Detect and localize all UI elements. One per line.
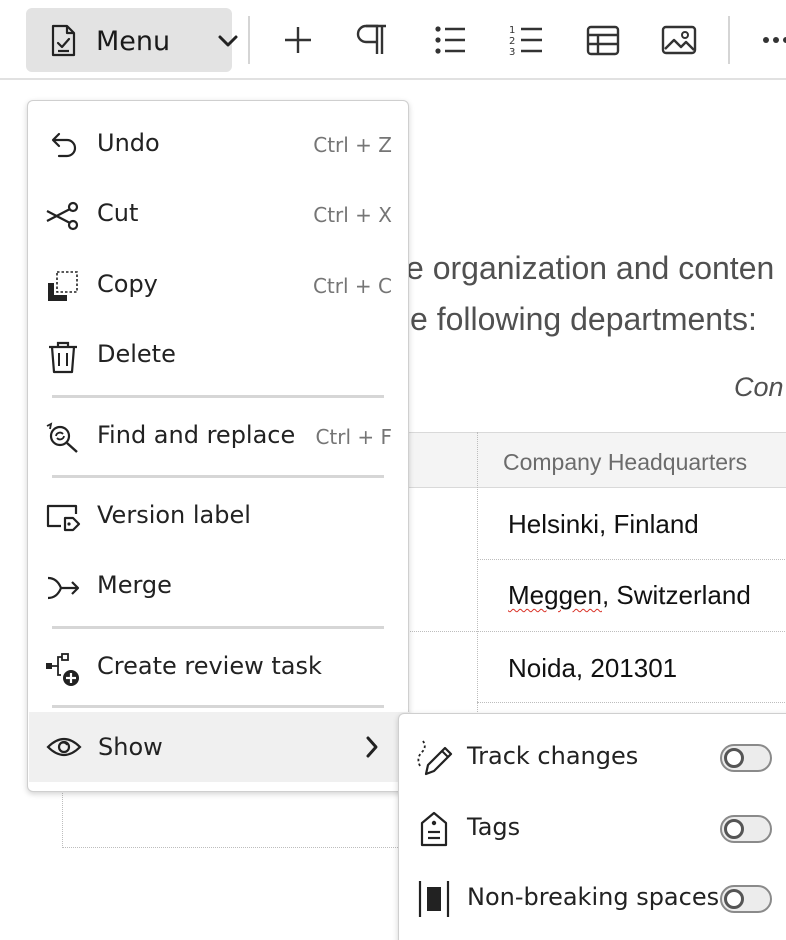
submenu-item-track-changes[interactable]: Track changes	[399, 726, 786, 790]
bulleted-list-icon[interactable]	[430, 20, 470, 60]
review-task-icon	[46, 653, 79, 686]
menu-separator	[52, 626, 384, 629]
menu-item-shortcut: Ctrl + C	[312, 274, 392, 298]
menu-item-label: Delete	[97, 340, 176, 368]
menu-item-label: Show	[98, 733, 163, 761]
menu-item-shortcut: Ctrl + Z	[313, 133, 392, 157]
document-text-line: e following departments:	[410, 301, 757, 337]
find-replace-icon	[46, 422, 78, 453]
menu-item-label: Find and replace	[97, 421, 296, 449]
menu-item-copy[interactable]: Copy Ctrl + C	[28, 256, 408, 316]
menu-item-cut[interactable]: Cut Ctrl + X	[28, 185, 408, 245]
menu-separator	[52, 395, 384, 398]
submenu-item-tags[interactable]: Tags	[399, 797, 786, 861]
track-changes-icon	[417, 740, 453, 776]
menu-separator	[52, 475, 384, 478]
version-label-icon	[46, 504, 81, 532]
submenu-item-label: Tags	[467, 813, 521, 841]
menu-button-label: Menu	[96, 26, 171, 57]
trash-icon	[49, 341, 77, 374]
menu-item-label: Cut	[97, 199, 139, 227]
menu-item-find-and-replace[interactable]: Find and replace Ctrl + F	[28, 407, 408, 467]
image-icon[interactable]	[659, 20, 699, 60]
table-cell[interactable]: Meggen, Switzerland	[508, 580, 751, 611]
menu-item-shortcut: Ctrl + X	[313, 203, 392, 227]
copy-icon	[48, 271, 78, 301]
table-icon[interactable]	[583, 20, 623, 60]
table-cell[interactable]: Noida, 201301	[508, 653, 677, 684]
menu-item-label: Copy	[97, 270, 158, 298]
scissors-icon	[46, 201, 79, 231]
undo-icon	[51, 132, 77, 158]
main-menu: Undo Ctrl + Z Cut Ctrl + X Copy Ctrl + C…	[27, 100, 409, 792]
submenu-item-label: Non-breaking spaces	[467, 883, 720, 911]
table-caption: Con	[734, 372, 784, 402]
svg-text:3: 3	[509, 47, 515, 58]
more-icon[interactable]	[758, 20, 786, 60]
menu-item-label: Undo	[97, 129, 160, 157]
misspelled-word[interactable]: Meggen	[508, 580, 602, 610]
table-cell[interactable]: Helsinki, Finland	[508, 509, 699, 540]
document-text-line: e organization and conten	[406, 250, 775, 286]
tag-icon	[420, 811, 448, 847]
menu-item-delete[interactable]: Delete	[28, 326, 408, 386]
svg-text:1: 1	[509, 25, 515, 36]
table-row-divider	[477, 559, 786, 560]
menu-item-version-label[interactable]: Version label	[28, 487, 408, 547]
table-row-divider	[477, 702, 786, 703]
table-header-cell: Company Headquarters	[503, 449, 748, 475]
plus-icon[interactable]	[278, 20, 318, 60]
chevron-right-icon	[366, 736, 378, 758]
tags-toggle[interactable]	[720, 815, 772, 843]
menu-separator	[52, 705, 384, 708]
menu-item-create-review-task[interactable]: Create review task	[28, 638, 408, 698]
submenu-item-label: Track changes	[467, 742, 639, 770]
track-changes-toggle[interactable]	[720, 744, 772, 772]
menu-button[interactable]: Menu	[26, 8, 238, 72]
toggle-knob	[724, 889, 744, 909]
toolbar-separator	[248, 16, 250, 64]
menu-item-undo[interactable]: Undo Ctrl + Z	[28, 115, 408, 175]
non-breaking-space-icon	[418, 881, 450, 917]
svg-text:2: 2	[509, 36, 515, 47]
menu-item-label: Version label	[97, 501, 251, 529]
eye-icon	[46, 737, 82, 757]
menu-item-show[interactable]: Show	[29, 712, 409, 782]
menu-item-label: Create review task	[97, 652, 322, 680]
non-breaking-spaces-toggle[interactable]	[720, 885, 772, 913]
chevron-down-icon	[218, 35, 238, 47]
show-submenu: Track changes Tags Non-breaking spaces	[398, 713, 786, 940]
menu-item-merge[interactable]: Merge	[28, 557, 408, 617]
menu-item-label: Merge	[97, 571, 172, 599]
paragraph-icon[interactable]	[353, 20, 393, 60]
merge-icon	[47, 576, 80, 600]
toggle-knob	[724, 748, 744, 768]
toolbar: Menu 1 2 3	[0, 0, 786, 80]
toggle-knob	[724, 819, 744, 839]
menu-item-shortcut: Ctrl + F	[315, 425, 392, 449]
toolbar-separator	[728, 16, 730, 64]
submenu-item-non-breaking-spaces[interactable]: Non-breaking spaces	[399, 867, 786, 931]
numbered-list-icon[interactable]: 1 2 3	[506, 20, 546, 60]
document-check-icon	[51, 24, 76, 57]
